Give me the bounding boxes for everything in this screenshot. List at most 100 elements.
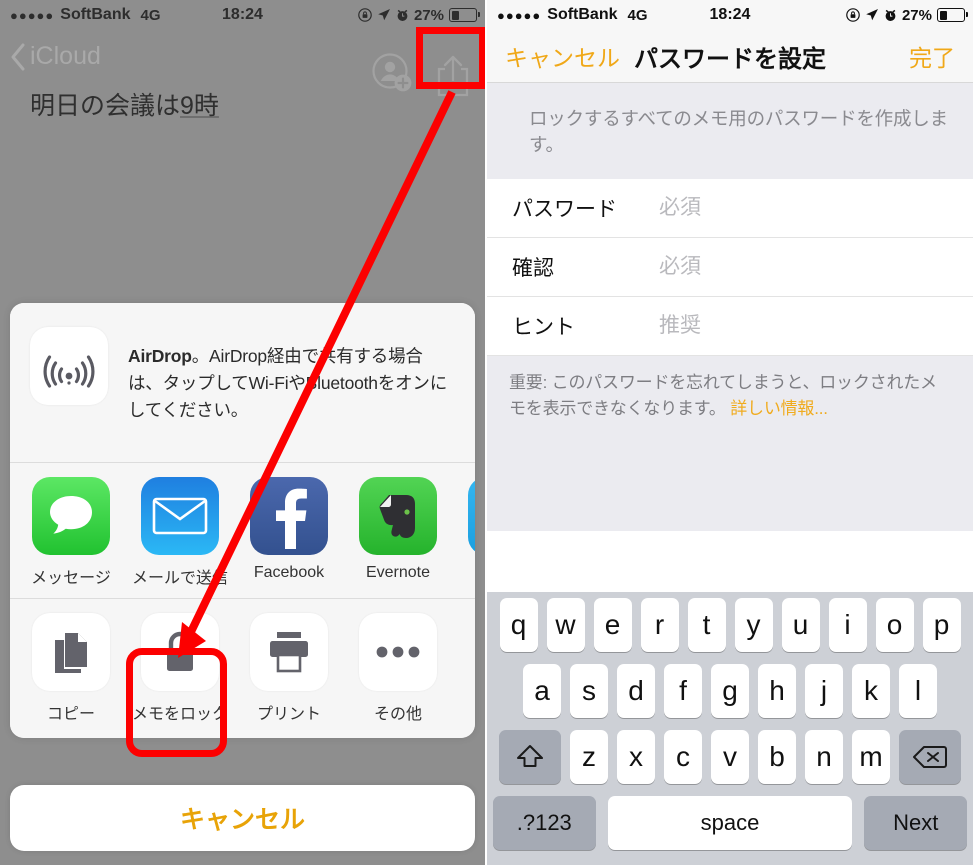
location-arrow-icon: [865, 8, 879, 22]
mail-icon: [141, 477, 219, 556]
action-more[interactable]: その他: [355, 613, 441, 724]
key-c[interactable]: c: [664, 730, 702, 784]
done-button-label: 完了: [909, 45, 955, 71]
note-nav-bar: iCloud: [0, 30, 485, 97]
share-app-label: メールで送信: [132, 570, 229, 588]
verify-label: 確認: [512, 257, 554, 280]
share-app-mail[interactable]: メールで送信: [132, 477, 228, 588]
password-label: パスワード: [512, 198, 617, 221]
page-title: パスワードを設定: [634, 45, 826, 73]
airdrop-description: AirDrop。AirDrop経由で共有する場合は、タップしてWi-FiやBlu…: [128, 343, 455, 424]
key-w[interactable]: w: [546, 598, 585, 652]
backspace-key-icon: [913, 746, 947, 768]
note-title: 明日の会議は9時: [30, 86, 219, 122]
notes-share-screen: ●●●●● SoftBank 4G 18:24 27% iCloud 明日の会議…: [0, 0, 485, 865]
cancel-button-label: キャンセル: [179, 806, 305, 834]
evernote-icon: [359, 477, 437, 556]
battery-percent-label: 27%: [901, 6, 932, 24]
share-app-twitter-partial[interactable]: [464, 477, 475, 588]
status-bar-indicators: 27%: [358, 6, 480, 24]
action-print[interactable]: プリント: [246, 613, 332, 724]
hint-input[interactable]: [657, 313, 973, 339]
key-o[interactable]: o: [875, 598, 914, 652]
key-y[interactable]: y: [734, 598, 773, 652]
battery-percent-label: 27%: [413, 6, 444, 24]
key-z[interactable]: z: [570, 730, 608, 784]
share-app-messages[interactable]: メッセージ: [28, 477, 114, 588]
share-app-evernote[interactable]: Evernote: [355, 477, 441, 588]
verify-row[interactable]: 確認: [487, 238, 973, 297]
battery-icon: [449, 8, 480, 22]
share-sheet: AirDrop。AirDrop経由で共有する場合は、タップしてWi-FiやBlu…: [10, 303, 475, 739]
key-s[interactable]: s: [570, 664, 608, 718]
key-x[interactable]: x: [617, 730, 655, 784]
battery-icon: [937, 8, 968, 22]
key-l[interactable]: l: [899, 664, 937, 718]
key-h[interactable]: h: [758, 664, 796, 718]
key-j[interactable]: j: [805, 664, 843, 718]
share-app-label: Facebook: [253, 564, 325, 582]
airdrop-icon: [30, 327, 108, 405]
key-k[interactable]: k: [852, 664, 890, 718]
numbers-key[interactable]: .?123: [493, 796, 596, 850]
person-add-icon[interactable]: [371, 52, 413, 99]
password-description: ロックするすべてのメモ用のパスワードを作成します。: [487, 83, 973, 179]
backspace-key[interactable]: [899, 730, 961, 784]
alarm-clock-icon: [884, 9, 897, 22]
key-g[interactable]: g: [711, 664, 749, 718]
set-password-screen: ●●●●● SoftBank 4G 18:24 27% キャンセル パスワードを…: [487, 0, 973, 865]
back-button-label: iCloud: [30, 42, 101, 70]
share-action-row: コピー メモをロック プリント その他: [10, 599, 475, 739]
done-button[interactable]: 完了: [909, 39, 955, 73]
hint-row[interactable]: ヒント: [487, 297, 973, 356]
note-title-text: 明日の会議は: [30, 92, 181, 120]
key-a[interactable]: a: [523, 664, 561, 718]
ellipsis-icon: [359, 613, 437, 692]
shift-key[interactable]: [499, 730, 561, 784]
key-u[interactable]: u: [781, 598, 820, 652]
airdrop-row[interactable]: AirDrop。AirDrop経由で共有する場合は、タップしてWi-FiやBlu…: [10, 303, 475, 463]
on-screen-keyboard: q w e r t y u i o p a s d f g h j k l z: [487, 592, 973, 865]
key-d[interactable]: d: [617, 664, 655, 718]
rotation-lock-icon: [358, 8, 372, 22]
location-arrow-icon: [377, 8, 391, 22]
back-to-icloud-button[interactable]: iCloud: [10, 42, 101, 71]
keyboard-row-3: z x c v b n m: [487, 730, 973, 784]
learn-more-link[interactable]: 詳しい情報...: [730, 399, 828, 418]
verify-input[interactable]: [657, 254, 973, 280]
status-bar-right: ●●●●● SoftBank 4G 18:24 27%: [487, 0, 973, 30]
keyboard-row-4: .?123 space Next: [487, 796, 973, 850]
key-q[interactable]: q: [499, 598, 538, 652]
key-b[interactable]: b: [758, 730, 796, 784]
return-key[interactable]: Next: [864, 796, 967, 850]
key-p[interactable]: p: [922, 598, 961, 652]
key-i[interactable]: i: [828, 598, 867, 652]
space-key[interactable]: space: [607, 796, 853, 850]
key-r[interactable]: r: [640, 598, 679, 652]
airdrop-title: AirDrop: [128, 346, 192, 366]
chevron-left-icon: [11, 43, 25, 70]
share-app-facebook[interactable]: Facebook: [246, 477, 332, 588]
key-e[interactable]: e: [593, 598, 632, 652]
share-app-label: Evernote: [365, 564, 431, 582]
status-bar-indicators: 27%: [846, 6, 968, 24]
action-label: プリント: [256, 706, 321, 724]
password-nav-bar: キャンセル パスワードを設定 完了: [487, 30, 973, 83]
password-row[interactable]: パスワード: [487, 179, 973, 238]
status-bar-left: ●●●●● SoftBank 4G 18:24 27%: [0, 0, 485, 30]
hint-label: ヒント: [512, 316, 575, 339]
key-n[interactable]: n: [805, 730, 843, 784]
lock-icon: [141, 613, 219, 692]
action-copy[interactable]: コピー: [28, 613, 114, 724]
printer-icon: [250, 613, 328, 692]
action-lock-note[interactable]: メモをロック: [132, 613, 228, 724]
key-m[interactable]: m: [852, 730, 890, 784]
key-t[interactable]: t: [687, 598, 726, 652]
facebook-icon: [250, 477, 328, 556]
password-input[interactable]: [657, 195, 973, 221]
copy-icon: [32, 613, 110, 692]
key-f[interactable]: f: [664, 664, 702, 718]
key-v[interactable]: v: [711, 730, 749, 784]
share-sheet-cancel-button[interactable]: キャンセル: [10, 785, 475, 851]
shift-key-icon: [517, 745, 543, 767]
